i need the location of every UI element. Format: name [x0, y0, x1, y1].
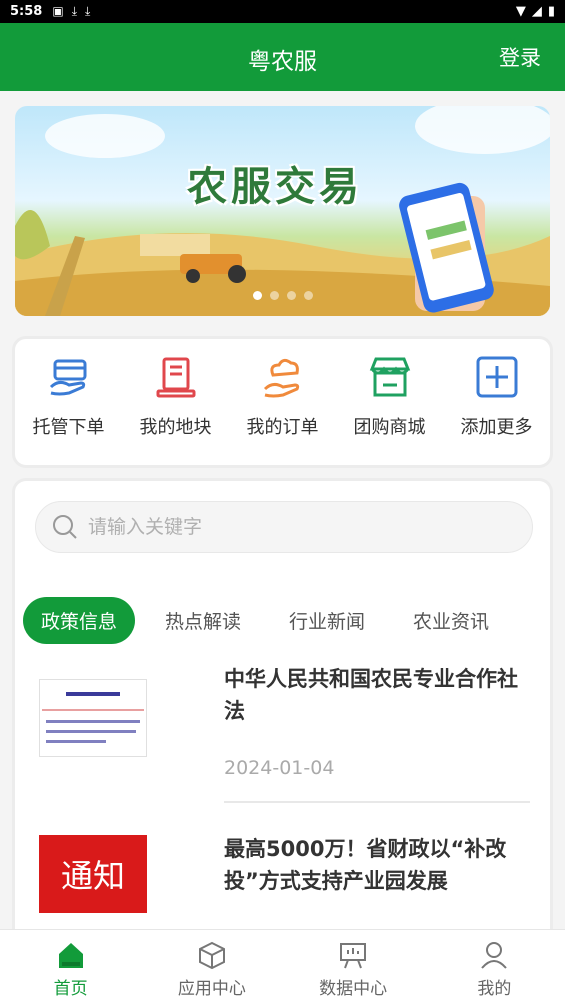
carousel-dot[interactable]	[270, 291, 279, 300]
quick-action-group-mall[interactable]: 团购商城	[340, 353, 440, 465]
nav-mine[interactable]: 我的	[439, 930, 549, 1004]
quick-action-label: 团购商城	[353, 417, 426, 438]
quick-action-label: 托管下单	[32, 417, 105, 438]
shop-icon	[369, 357, 410, 397]
quick-action-label: 我的订单	[246, 417, 319, 438]
plus-square-icon	[476, 356, 517, 398]
quick-action-label: 添加更多	[460, 417, 533, 438]
list-item[interactable]: 中华人民共和国农民专业合作社法 2024-01-04	[15, 667, 550, 821]
quick-actions: 托管下单 我的地块 我的订单 团购商城 添加更多	[12, 336, 553, 468]
signal-icon: ◢	[531, 4, 542, 19]
article-thumbnail: 通知	[39, 835, 147, 913]
document-thumbnail	[40, 680, 146, 756]
article-title: 最高5000万！省财政以“补改投”方式支持产业园发展	[224, 837, 507, 893]
cube-icon	[198, 941, 225, 970]
quick-action-label: 我的地块	[139, 417, 212, 438]
search-bar[interactable]	[35, 501, 533, 553]
presentation-board-icon	[340, 943, 367, 969]
quick-action-hosting-order[interactable]: 托管下单	[19, 353, 119, 465]
quick-action-my-plots[interactable]: 我的地块	[126, 353, 226, 465]
notification-icons: ▣ ⤓ ⤓	[52, 4, 90, 19]
nav-label: 首页	[53, 979, 88, 999]
battery-icon: ▮	[547, 4, 555, 19]
wifi-icon: ▼	[515, 4, 526, 19]
tab-agri-info[interactable]: 农业资讯	[395, 597, 507, 644]
article-title: 中华人民共和国农民专业合作社法	[224, 667, 518, 723]
tab-industry-news[interactable]: 行业新闻	[271, 597, 383, 644]
login-button[interactable]: 登录	[499, 42, 541, 72]
carousel-dot[interactable]	[304, 291, 313, 300]
cloud-hand-icon	[263, 358, 299, 398]
search-input[interactable]	[88, 516, 488, 538]
status-bar: 5:58 ▣ ⤓ ⤓ ▼ ◢ ▮	[0, 0, 565, 23]
carousel-dot[interactable]	[287, 291, 296, 300]
article-date: 2024-01-04	[224, 757, 335, 779]
page-title: 粤农服	[248, 49, 317, 75]
nav-home[interactable]: 首页	[16, 930, 126, 1004]
status-right: ▼ ◢ ▮	[516, 4, 555, 19]
nav-data-center[interactable]: 数据中心	[298, 930, 408, 1004]
home-icon	[58, 943, 83, 968]
carousel-dot[interactable]	[253, 291, 262, 300]
nav-label: 我的	[477, 979, 512, 999]
handshake-card-icon	[49, 359, 86, 396]
banner-carousel[interactable]: 农服交易	[15, 106, 550, 316]
app-header: 粤农服 登录	[0, 23, 565, 91]
app-notification-icon: ▣	[52, 4, 64, 18]
user-icon	[481, 942, 508, 969]
carousel-indicator	[253, 291, 313, 300]
nav-app-center[interactable]: 应用中心	[157, 930, 267, 1004]
tab-policy-info[interactable]: 政策信息	[23, 597, 136, 644]
list-item[interactable]: 通知 最高5000万！省财政以“补改投”方式支持产业园发展	[15, 831, 550, 938]
news-section: 政策信息 热点解读 行业新闻 农业资讯 中华人民共和国农民专业合作社法 2024…	[12, 478, 553, 938]
document-icon	[156, 357, 195, 398]
tab-hot-topics[interactable]: 热点解读	[147, 597, 259, 644]
category-tabs: 政策信息 热点解读 行业新闻 农业资讯	[23, 597, 519, 644]
thumbnail-text: 通知	[60, 857, 125, 895]
divider	[224, 801, 530, 803]
quick-action-my-orders[interactable]: 我的订单	[233, 353, 333, 465]
download-icon: ⤓	[71, 4, 77, 18]
article-thumbnail	[39, 679, 147, 757]
nav-label: 数据中心	[319, 979, 388, 999]
status-time: 5:58	[10, 4, 43, 19]
quick-action-add-more[interactable]: 添加更多	[447, 353, 547, 465]
banner-title: 农服交易	[187, 164, 363, 210]
nav-label: 应用中心	[177, 979, 246, 999]
download-icon: ⤓	[85, 4, 91, 18]
search-icon	[53, 515, 77, 539]
bottom-navigation: 首页 应用中心 数据中心 我的	[0, 929, 565, 1004]
